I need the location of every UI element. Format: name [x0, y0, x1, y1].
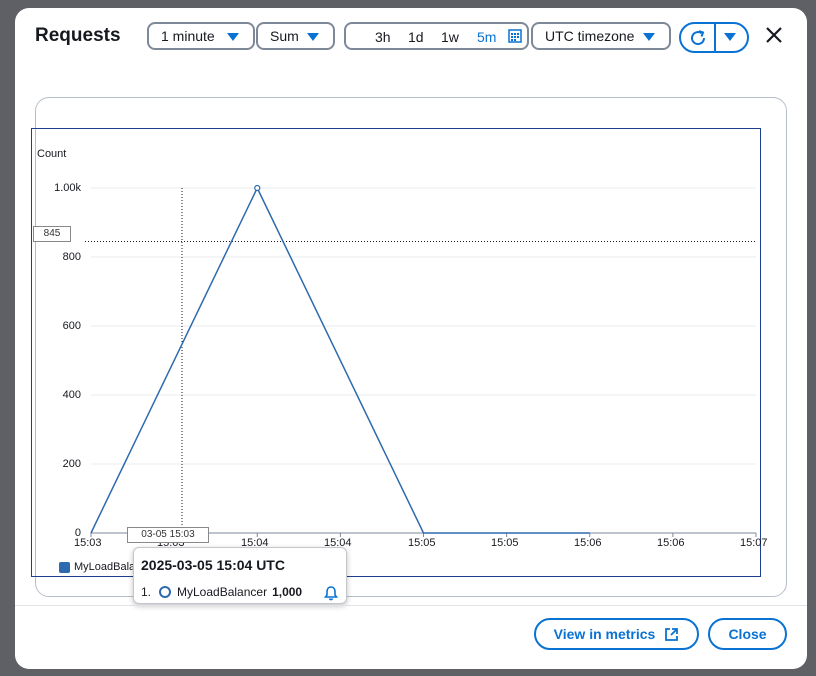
- tooltip-value: 1,000: [272, 585, 303, 599]
- tooltip-row: 1. MyLoadBalancer 1,000: [141, 585, 302, 599]
- series-line-myloadbalancer: [90, 186, 590, 534]
- footer-divider: [15, 605, 807, 606]
- x-tick-label: 15:06: [574, 537, 602, 549]
- close-button-label: Close: [728, 626, 767, 642]
- bell-icon[interactable]: [323, 585, 339, 606]
- series-marker-icon: [159, 586, 172, 598]
- line-chart: [85, 184, 757, 560]
- chart-tooltip: 2025-03-05 15:04 UTC 1. MyLoadBalancer 1…: [133, 547, 347, 604]
- tooltip-title: 2025-03-05 15:04 UTC: [141, 557, 285, 573]
- x-tick-label: 15:07: [740, 537, 768, 549]
- x-tick-label: 15:03: [74, 537, 102, 549]
- x-tick-label: 15:06: [657, 537, 685, 549]
- view-in-metrics-button[interactable]: View in metrics: [534, 618, 699, 650]
- x-tick-label: 15:05: [408, 537, 436, 549]
- tooltip-series-name: MyLoadBalancer: [177, 585, 268, 599]
- x-tick-label: 15:05: [491, 537, 519, 549]
- close-button[interactable]: Close: [708, 618, 787, 650]
- external-link-icon: [664, 627, 679, 642]
- legend-swatch: [59, 561, 70, 573]
- crosshair-y-label: 845: [33, 226, 71, 242]
- data-point-marker: [254, 184, 261, 192]
- view-in-metrics-label: View in metrics: [553, 626, 656, 642]
- tooltip-index: 1.: [141, 585, 152, 599]
- crosshair-x-label: 03-05 15:03: [127, 527, 209, 543]
